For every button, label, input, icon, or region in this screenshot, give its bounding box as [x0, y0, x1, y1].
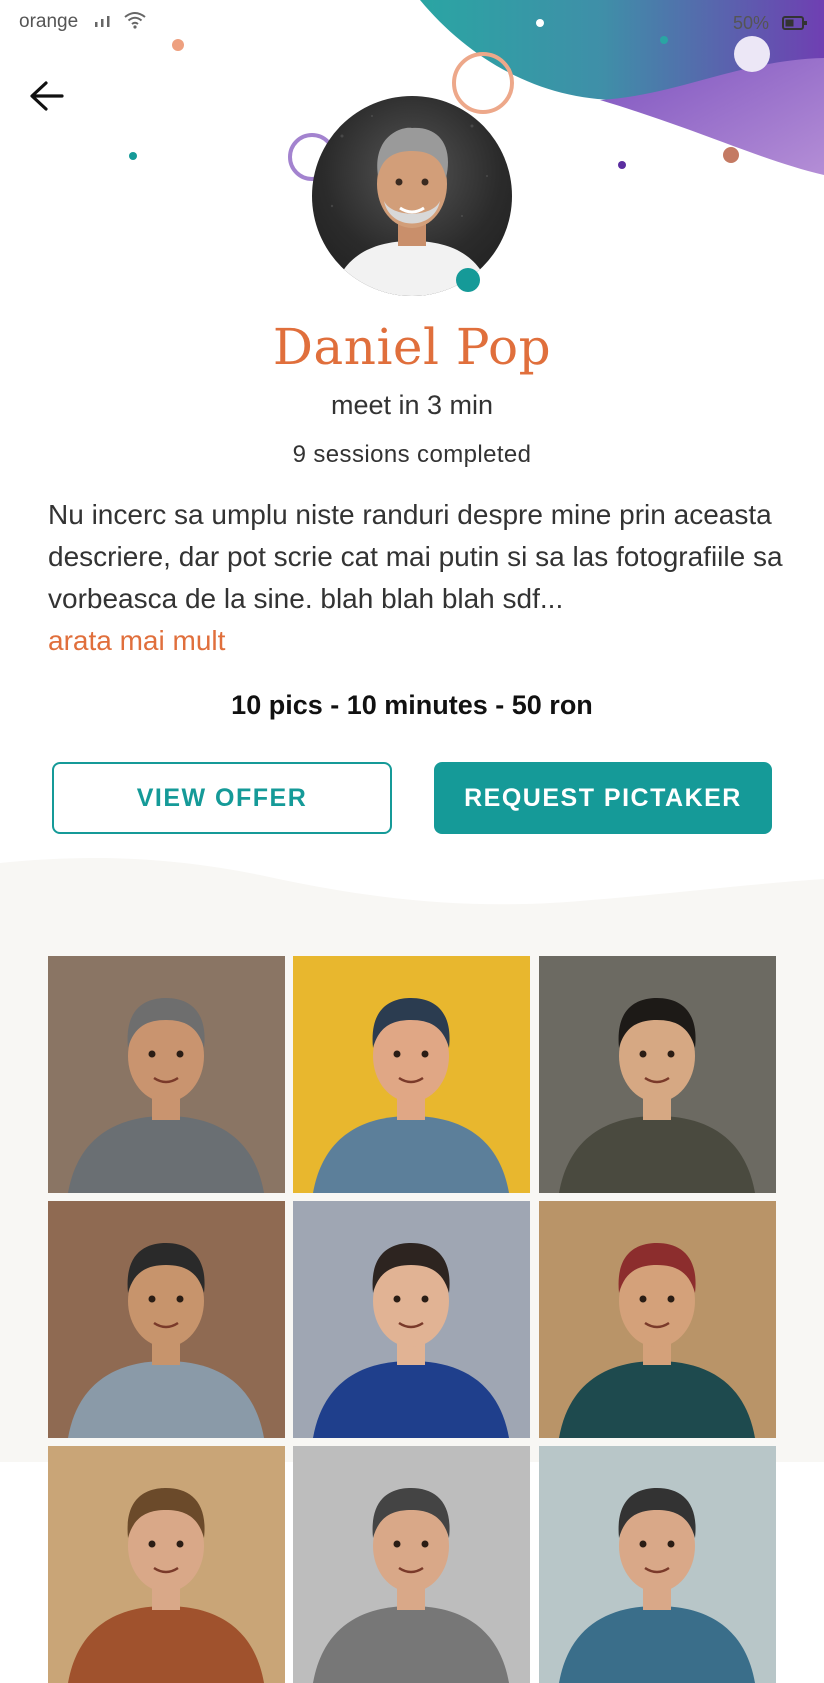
view-offer-button[interactable]: VIEW OFFER [52, 762, 392, 834]
battery-icon [782, 16, 807, 30]
request-pictaker-button[interactable]: REQUEST PICTAKER [434, 762, 772, 834]
gallery-photo-man-surprised-grill[interactable] [48, 1201, 285, 1438]
online-status-dot [456, 268, 480, 292]
carrier-name: orange [19, 11, 79, 32]
profile-name: Daniel Pop [272, 318, 552, 376]
gallery-photo-woman-yellow-wall[interactable] [293, 956, 530, 1193]
gallery-photo-bearded-man-glasses[interactable] [48, 956, 285, 1193]
back-button[interactable] [26, 76, 70, 116]
profile-description: Nu incerc sa umplu niste randuri despre … [48, 499, 783, 614]
wifi-icon [124, 12, 146, 29]
gallery-photo-photo-row3-3[interactable] [539, 1446, 776, 1683]
signal-icon [95, 16, 110, 27]
avatar-portrait [330, 115, 492, 296]
gallery-photo-man-red-beanie[interactable] [539, 1201, 776, 1438]
profile-avatar[interactable] [312, 96, 512, 296]
sessions-completed: 9 sessions completed [292, 441, 532, 468]
gallery-photo-man-with-camera[interactable] [293, 1201, 530, 1438]
show-more-link[interactable]: arata mai mult [48, 620, 225, 662]
battery-percentage: 50% [733, 13, 770, 33]
gallery-photo-photo-row3-2[interactable] [293, 1446, 530, 1683]
offer-summary: 10 pics - 10 minutes - 50 ron [231, 690, 593, 720]
meet-time: meet in 3 min [330, 390, 494, 420]
gallery-photo-man-holding-model[interactable] [539, 956, 776, 1193]
gallery-photo-photo-row3-1[interactable] [48, 1446, 285, 1683]
arrow-left-icon [30, 81, 64, 111]
